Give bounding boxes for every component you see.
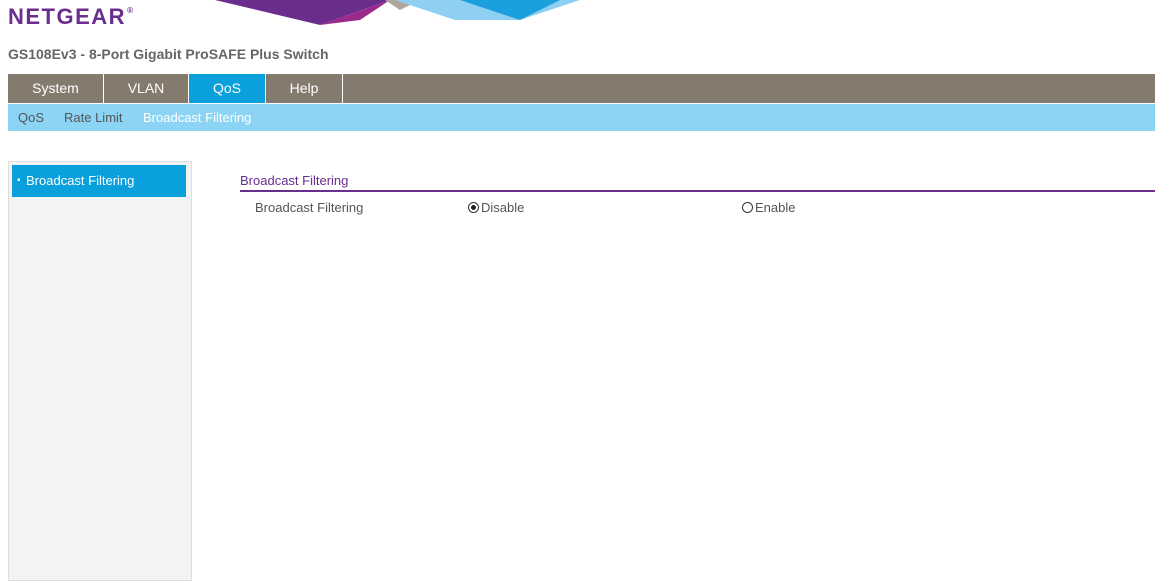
subnav-broadcast-filtering[interactable]: Broadcast Filtering [143, 104, 251, 131]
radio-checked-icon[interactable] [468, 202, 479, 213]
sidebar-item-label: Broadcast Filtering [26, 173, 135, 188]
tab-system[interactable]: System [8, 74, 104, 103]
radio-unchecked-icon[interactable] [742, 202, 753, 213]
subnav-rate-limit[interactable]: Rate Limit [64, 104, 123, 131]
enable-radio[interactable]: Enable [742, 200, 795, 215]
subnav-qos[interactable]: QoS [18, 104, 44, 131]
disable-radio-label: Disable [481, 200, 525, 215]
bullet-icon: ▪ [17, 175, 21, 186]
section-divider [240, 190, 1155, 192]
sidebar-item-broadcast-filtering[interactable]: ▪ Broadcast Filtering [12, 165, 186, 197]
section-title: Broadcast Filtering [240, 173, 349, 188]
tab-qos[interactable]: QoS [189, 74, 266, 103]
broadcast-filtering-label: Broadcast Filtering [255, 200, 364, 215]
sub-nav: QoS Rate Limit Broadcast Filtering [8, 104, 1155, 131]
enable-radio-label: Enable [755, 200, 796, 215]
main-nav: System VLAN QoS Help [8, 74, 1155, 103]
tab-help[interactable]: Help [266, 74, 343, 103]
netgear-logo: NETGEAR® [8, 4, 133, 29]
disable-radio[interactable]: Disable [468, 200, 524, 215]
tab-vlan[interactable]: VLAN [104, 74, 189, 103]
product-title: GS108Ev3 - 8-Port Gigabit ProSAFE Plus S… [8, 46, 329, 62]
sidebar: ▪ Broadcast Filtering [8, 161, 192, 581]
